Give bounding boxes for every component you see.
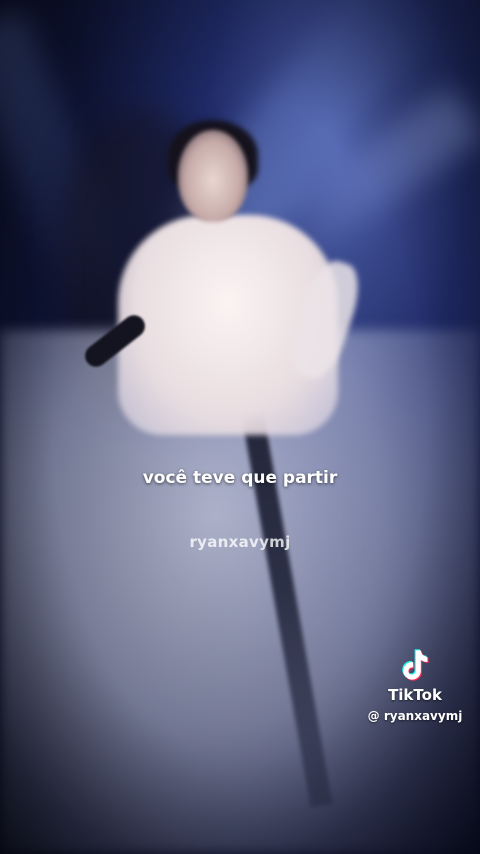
video-frame[interactable]: você teve que partir ryanxavymj TikTok @… bbox=[0, 0, 480, 854]
tiktok-logo-icon bbox=[402, 649, 429, 681]
video-caption: você teve que partir bbox=[142, 468, 338, 488]
video-scene bbox=[0, 0, 480, 854]
tiktok-handle-label: @ ryanxavymj bbox=[367, 709, 463, 723]
vignette bbox=[0, 0, 480, 854]
creator-watermark: ryanxavymj bbox=[189, 533, 291, 551]
tiktok-brand-label: TikTok bbox=[388, 686, 442, 704]
tiktok-watermark: TikTok @ ryanxavymj bbox=[360, 646, 470, 723]
